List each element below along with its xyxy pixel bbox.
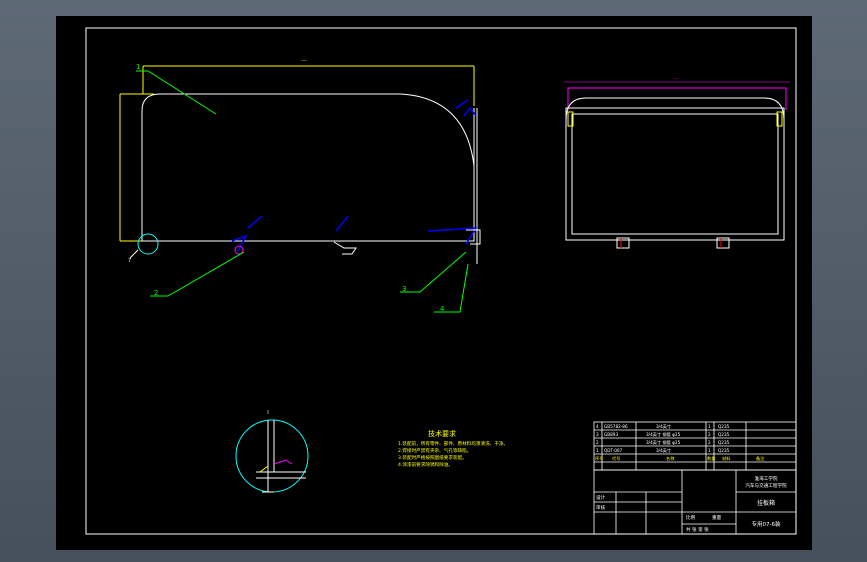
title-school: 淮海工学院 — [755, 475, 778, 482]
bom-row-4-no: 1 — [596, 448, 599, 453]
bom-header-no: 序号 — [595, 455, 603, 462]
bom-row-2-qty: 2 — [708, 432, 711, 437]
title-sheet-label: 共 张 第 张 — [686, 526, 709, 533]
bom-row-3-material: Q235 — [718, 440, 730, 445]
leader-lines — [136, 70, 469, 313]
front-top-arc — [565, 97, 785, 121]
title-designer-label: 设计 — [596, 494, 606, 501]
bom-row-1-material: Q235 — [718, 424, 730, 429]
bom-row-1-code: GB5782-86 — [604, 424, 628, 429]
bom-row-3-no: 2 — [596, 440, 599, 445]
front-inner-box — [571, 113, 779, 235]
side-view: --- 7 1 2 3 4 — [119, 58, 481, 313]
part-label-3: 3 — [402, 285, 406, 293]
width-dim-text: --- — [301, 58, 307, 64]
bom-header: 序号 代号 名称 数量 材料 备注 — [595, 455, 765, 462]
bom-header-remark: 备注 — [756, 455, 765, 462]
weld-marks — [231, 99, 478, 252]
part-label-4: 4 — [440, 305, 445, 313]
bom-row-1-spec: 3/4英寸 — [656, 423, 671, 430]
tech-req-line-2: 2.焊接时严禁有夹杂、气孔等缺陷。 — [398, 447, 471, 454]
tech-req-title: 技术要求 — [428, 429, 456, 438]
part-label-1: 1 — [136, 63, 140, 71]
bom-row-3-qty: 2 — [708, 440, 711, 445]
detail-fillet — [259, 465, 269, 473]
tech-requirements: 技术要求 1.装配前，所有零件、部件、原材料均须清洗、干净。 2.焊接时严禁有夹… — [398, 429, 508, 468]
bom-row-2-material: Q235 — [718, 432, 730, 437]
bom-header-code: 代号 — [612, 455, 620, 462]
front-outer-box — [565, 107, 785, 241]
title-dept: 汽车与交通工程学院 — [745, 482, 787, 489]
bom-rows: 4 GB5782-86 3/4英寸 1 Q235 3 GB893 3/4英寸 钢… — [596, 423, 730, 454]
bom-row-4-qty: 1 — [708, 448, 711, 453]
tech-req-line-4: 4.涂漆前要求除锈和除油。 — [398, 461, 453, 468]
bom-row-4-spec: 3/4英寸 — [656, 447, 671, 454]
detail-marker-text: 7 — [128, 258, 131, 264]
bom-row-1-no: 4 — [596, 424, 599, 429]
tech-req-line-1: 1.装配前，所有零件、部件、原材料均须清洗、干净。 — [398, 440, 508, 447]
bom-row-3-spec: 3/4英寸 钢管 φ25 — [646, 439, 681, 446]
box-outline — [141, 93, 475, 242]
detail-view-circle — [235, 419, 309, 493]
drawing-sheet: --- 7 1 2 3 4 --- Ⅰ 技术要求 1.装配前，所有零件、部件、原… — [56, 16, 812, 550]
front-view: --- — [564, 76, 790, 249]
bom-row-1-qty: 1 — [708, 424, 711, 429]
detail-view-label: Ⅰ — [267, 410, 268, 416]
bom-row-2-spec: 3/4英寸 钢管 φ25 — [646, 431, 681, 438]
cad-viewport: --- 7 1 2 3 4 --- Ⅰ 技术要求 1.装配前，所有零件、部件、原… — [0, 0, 867, 562]
title-drawing-no: 专用07-6装 — [752, 520, 781, 528]
front-dim-text: --- — [674, 76, 679, 81]
title-checker-label: 审核 — [596, 504, 606, 511]
bom-row-2-no: 3 — [596, 432, 599, 437]
bom-header-name: 名称 — [666, 455, 674, 462]
bom-row-2-code: GB893 — [604, 432, 618, 437]
detail-weld-symbol — [273, 459, 293, 465]
bom-header-material: 材料 — [722, 455, 731, 462]
bom-row-4-material: Q235 — [718, 448, 730, 453]
drawing-canvas: --- 7 1 2 3 4 --- Ⅰ 技术要求 1.装配前，所有零件、部件、原… — [85, 27, 797, 535]
detail-view: Ⅰ — [235, 410, 309, 493]
tech-req-line-3: 3.装配时严格按照图纸要求装配。 — [398, 454, 467, 461]
title-scale-label: 比例 — [686, 514, 696, 521]
detail-leader — [129, 249, 139, 259]
part-label-2: 2 — [154, 289, 158, 297]
hinge-bracket — [333, 241, 357, 255]
bom-header-qty: 数量 — [707, 455, 715, 462]
bom-table — [593, 421, 797, 471]
title-weight-label: 重量 — [712, 514, 722, 521]
detail-circle — [137, 233, 159, 255]
title-part-name: 挂板箱 — [757, 499, 775, 507]
bom-row-4-code: QDT-007 — [604, 448, 623, 453]
front-top-dimension — [567, 87, 787, 110]
